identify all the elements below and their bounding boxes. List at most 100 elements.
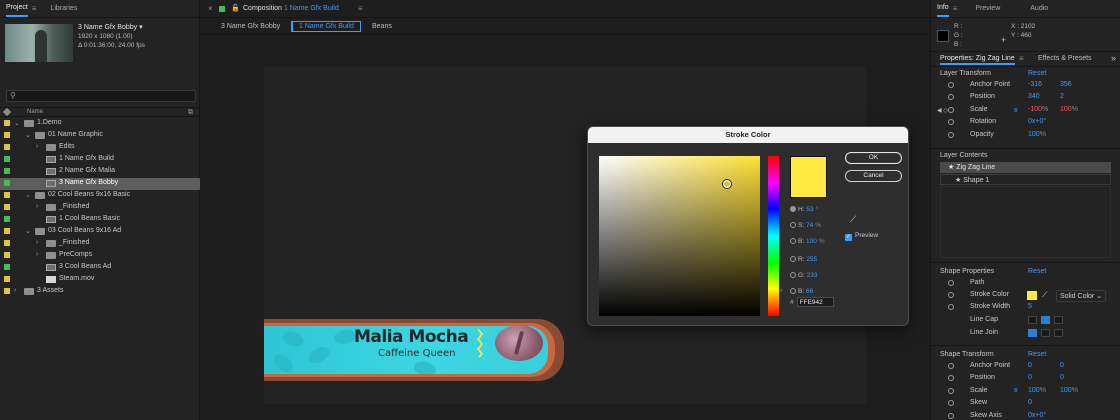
- color-field[interactable]: B: 66: [790, 288, 815, 295]
- property-value-1[interactable]: 340: [1028, 93, 1040, 100]
- color-label[interactable]: [4, 264, 10, 270]
- project-item[interactable]: › Edits: [0, 142, 200, 154]
- keyframe-nav-icon[interactable]: ◀ ◇: [937, 107, 948, 114]
- chevron-down-icon[interactable]: ⌄: [25, 227, 31, 235]
- bevel-join-icon[interactable]: [1054, 329, 1063, 337]
- radio-button[interactable]: [790, 206, 796, 212]
- project-item[interactable]: 1 Cool Beans Basic: [0, 214, 200, 226]
- chevron-right-icon[interactable]: ›: [36, 203, 38, 210]
- chevron-right-icon[interactable]: ›: [36, 251, 38, 258]
- stroke-type-select[interactable]: Solid Color ⌄: [1056, 290, 1107, 302]
- color-label[interactable]: [4, 216, 10, 222]
- stopwatch-icon[interactable]: [948, 106, 954, 113]
- color-field-value[interactable]: 233: [807, 272, 818, 279]
- stopwatch-icon[interactable]: [948, 387, 954, 394]
- stopwatch-icon[interactable]: [948, 119, 954, 126]
- saturation-brightness-field[interactable]: [599, 156, 760, 316]
- color-label[interactable]: [4, 144, 10, 150]
- project-item[interactable]: 3 Cool Beans Ad: [0, 262, 200, 274]
- hue-slider-arrow-icon[interactable]: ›: [780, 288, 782, 294]
- color-label[interactable]: [4, 276, 10, 282]
- stopwatch-icon[interactable]: [948, 375, 954, 382]
- project-item[interactable]: 1 Name Gfx Build: [0, 154, 200, 166]
- chevron-down-icon[interactable]: ⌄: [25, 191, 31, 199]
- link-icon[interactable]: ʚ: [1014, 107, 1018, 114]
- miter-join-icon[interactable]: [1028, 329, 1037, 337]
- project-item[interactable]: 3 Name Gfx Bobby: [0, 178, 200, 190]
- chevron-right-icon[interactable]: ›: [14, 287, 16, 294]
- preview-checkbox[interactable]: ✓ Preview: [845, 232, 878, 241]
- tab-libraries[interactable]: Libraries: [50, 1, 77, 16]
- project-item[interactable]: Steam.mov: [0, 274, 200, 286]
- property-value-2[interactable]: 100%: [1060, 387, 1078, 394]
- project-item[interactable]: › _Finished: [0, 238, 200, 250]
- crumb-2[interactable]: 1 Name Gfx Build: [291, 21, 361, 32]
- eyedropper-icon[interactable]: ⟋: [1042, 290, 1048, 300]
- square-cap-icon[interactable]: [1054, 316, 1063, 324]
- property-value-1[interactable]: 100%: [1028, 387, 1046, 394]
- panel-menu-icon[interactable]: ≡: [358, 4, 363, 13]
- tab-audio[interactable]: Audio: [1030, 1, 1048, 16]
- color-field[interactable]: H: 53 °: [790, 206, 818, 213]
- stopwatch-icon[interactable]: [948, 412, 954, 419]
- color-label[interactable]: [4, 192, 10, 198]
- link-icon[interactable]: ʚ: [1014, 387, 1018, 394]
- chevron-down-icon[interactable]: ⌄: [14, 119, 20, 127]
- color-field-value[interactable]: 100: [806, 238, 817, 245]
- label-tag-icon[interactable]: [2, 107, 12, 117]
- color-label[interactable]: [4, 168, 10, 174]
- panel-menu-icon[interactable]: ≡: [953, 4, 958, 13]
- project-search-input[interactable]: ⚲: [6, 90, 196, 102]
- property-value-1[interactable]: -316: [1028, 81, 1042, 88]
- property-value-1[interactable]: -100%: [1028, 106, 1048, 113]
- project-item[interactable]: ⌄ 03 Cool Beans 9x16 Ad: [0, 226, 200, 238]
- property-value-1[interactable]: 0x+0°: [1028, 118, 1046, 125]
- property-value-2[interactable]: 100%: [1060, 106, 1078, 113]
- property-value-1[interactable]: 100%: [1028, 131, 1046, 138]
- chevron-right-icon[interactable]: ›: [36, 239, 38, 246]
- stroke-width-value[interactable]: 5: [1028, 303, 1032, 310]
- color-label[interactable]: [4, 120, 10, 126]
- stopwatch-icon[interactable]: [948, 280, 954, 286]
- stopwatch-icon[interactable]: [948, 94, 954, 101]
- property-value-1[interactable]: 0: [1028, 399, 1032, 406]
- color-field[interactable]: R: 255: [790, 256, 819, 263]
- radio-button[interactable]: [790, 256, 796, 262]
- hue-slider[interactable]: [768, 156, 779, 316]
- property-value-1[interactable]: 0: [1028, 362, 1032, 369]
- project-item[interactable]: 2 Name Gfx Malia: [0, 166, 200, 178]
- layer-contents-item[interactable]: ★ Zig Zag Line: [940, 162, 1111, 173]
- butt-cap-icon[interactable]: [1028, 316, 1037, 324]
- ok-button[interactable]: OK: [845, 152, 902, 164]
- shape-transform-reset[interactable]: Reset: [1028, 351, 1046, 358]
- color-field-value[interactable]: 74: [806, 222, 813, 229]
- color-picker-cursor[interactable]: [723, 180, 731, 188]
- color-label[interactable]: [4, 204, 10, 210]
- layer-contents-item[interactable]: ★ Shape 1: [940, 174, 1111, 185]
- close-icon[interactable]: ×: [208, 4, 213, 13]
- radio-button[interactable]: [790, 272, 796, 278]
- layer-transform-reset[interactable]: Reset: [1028, 70, 1046, 77]
- color-field-value[interactable]: 255: [806, 256, 817, 263]
- color-field[interactable]: B: 100%: [790, 238, 825, 245]
- property-value-2[interactable]: 2: [1060, 93, 1064, 100]
- overflow-chevron-icon[interactable]: »: [1111, 53, 1116, 63]
- color-label[interactable]: [4, 132, 10, 138]
- tab-preview[interactable]: Preview: [975, 1, 1000, 16]
- chevron-down-icon[interactable]: ⌄: [25, 131, 31, 139]
- round-cap-icon[interactable]: [1041, 316, 1050, 324]
- shape-properties-reset[interactable]: Reset: [1028, 268, 1046, 275]
- color-field[interactable]: G: 233: [790, 272, 820, 279]
- hex-field[interactable]: # FFE942: [790, 297, 834, 307]
- composition-tab[interactable]: Composition 1 Name Gfx Build: [243, 5, 339, 12]
- stopwatch-icon[interactable]: [948, 292, 954, 298]
- color-label[interactable]: [4, 180, 10, 186]
- project-item[interactable]: ⌄ 01 Name Graphic: [0, 130, 200, 142]
- tab-properties[interactable]: Properties: Zig Zag Line: [940, 55, 1015, 65]
- round-join-icon[interactable]: [1041, 329, 1050, 337]
- cancel-button[interactable]: Cancel: [845, 170, 902, 182]
- color-label[interactable]: [4, 288, 10, 294]
- stopwatch-icon[interactable]: [948, 131, 954, 138]
- project-item[interactable]: › 3 Assets: [0, 286, 200, 298]
- property-value-1[interactable]: 0x+0°: [1028, 412, 1046, 419]
